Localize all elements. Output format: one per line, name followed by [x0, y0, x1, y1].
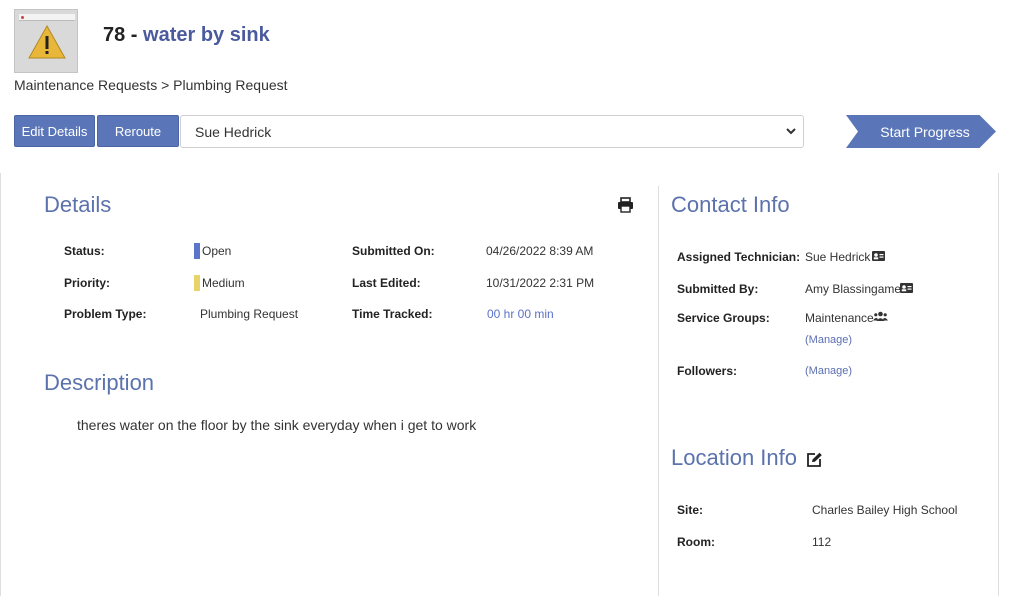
submitted-on-value: 04/26/2022 8:39 AM	[486, 244, 594, 258]
request-number: 78 -	[103, 24, 144, 46]
location-info-heading: Location Info	[671, 445, 797, 470]
submitted-on-label: Submitted On:	[352, 244, 435, 258]
users-group-icon[interactable]	[873, 311, 888, 322]
time-tracked-link[interactable]: 00 hr 00 min	[487, 307, 554, 321]
last-edited-value: 10/31/2022 2:31 PM	[486, 276, 595, 290]
service-groups-value: Maintenance	[805, 311, 874, 325]
assigned-technician-label: Assigned Technician:	[677, 250, 801, 264]
site-value: Charles Bailey High School	[812, 503, 958, 517]
problem-type-value: Plumbing Request	[200, 307, 299, 321]
panel-border-right	[998, 173, 999, 596]
assignee-selected-value: Sue Hedrick	[195, 123, 272, 140]
printer-icon[interactable]	[617, 197, 634, 213]
chevron-down-icon	[786, 128, 796, 135]
window-dot	[21, 16, 24, 19]
panel-divider	[658, 186, 659, 596]
details-heading: Details	[44, 192, 112, 217]
assigned-technician-value: Sue Hedrick	[805, 250, 871, 264]
priority-label: Priority:	[64, 276, 111, 290]
problem-type-label: Problem Type:	[64, 307, 147, 321]
room-label: Room:	[677, 535, 715, 549]
reroute-button[interactable]: Reroute	[97, 115, 179, 147]
request-title: 78 - water by sink	[103, 24, 270, 47]
contact-card-icon[interactable]	[900, 283, 913, 293]
followers-label: Followers:	[677, 364, 738, 378]
status-value: Open	[202, 244, 232, 258]
priority-color-swatch	[194, 275, 200, 291]
status-label: Status:	[64, 244, 105, 258]
last-edited-label: Last Edited:	[352, 276, 421, 290]
status-color-swatch	[194, 243, 200, 259]
edit-icon[interactable]	[806, 452, 823, 468]
start-progress-button[interactable]: Start Progress	[846, 115, 996, 148]
time-tracked-label: Time Tracked:	[352, 307, 433, 321]
priority-value: Medium	[202, 276, 245, 290]
window-titlebar	[19, 14, 75, 21]
service-groups-manage-link[interactable]: (Manage)	[805, 334, 852, 346]
assignee-select[interactable]: Sue Hedrick	[180, 115, 804, 148]
contact-info-heading: Contact Info	[671, 192, 790, 217]
site-label: Site:	[677, 503, 704, 517]
request-warning-image	[14, 9, 78, 73]
edit-details-button[interactable]: Edit Details	[14, 115, 95, 147]
description-text: theres water on the floor by the sink ev…	[77, 417, 477, 433]
submitted-by-label: Submitted By:	[677, 282, 759, 296]
warning-icon	[28, 24, 66, 59]
panel-border-left	[0, 173, 1, 596]
description-heading: Description	[44, 370, 155, 395]
submitted-by-value: Amy Blassingame	[805, 282, 902, 296]
followers-manage-link[interactable]: (Manage)	[805, 365, 852, 377]
room-value: 112	[812, 535, 832, 549]
request-name: water by sink	[143, 24, 270, 46]
service-groups-label: Service Groups:	[677, 311, 770, 325]
contact-card-icon[interactable]	[872, 251, 885, 261]
breadcrumb[interactable]: Maintenance Requests > Plumbing Request	[14, 77, 288, 93]
